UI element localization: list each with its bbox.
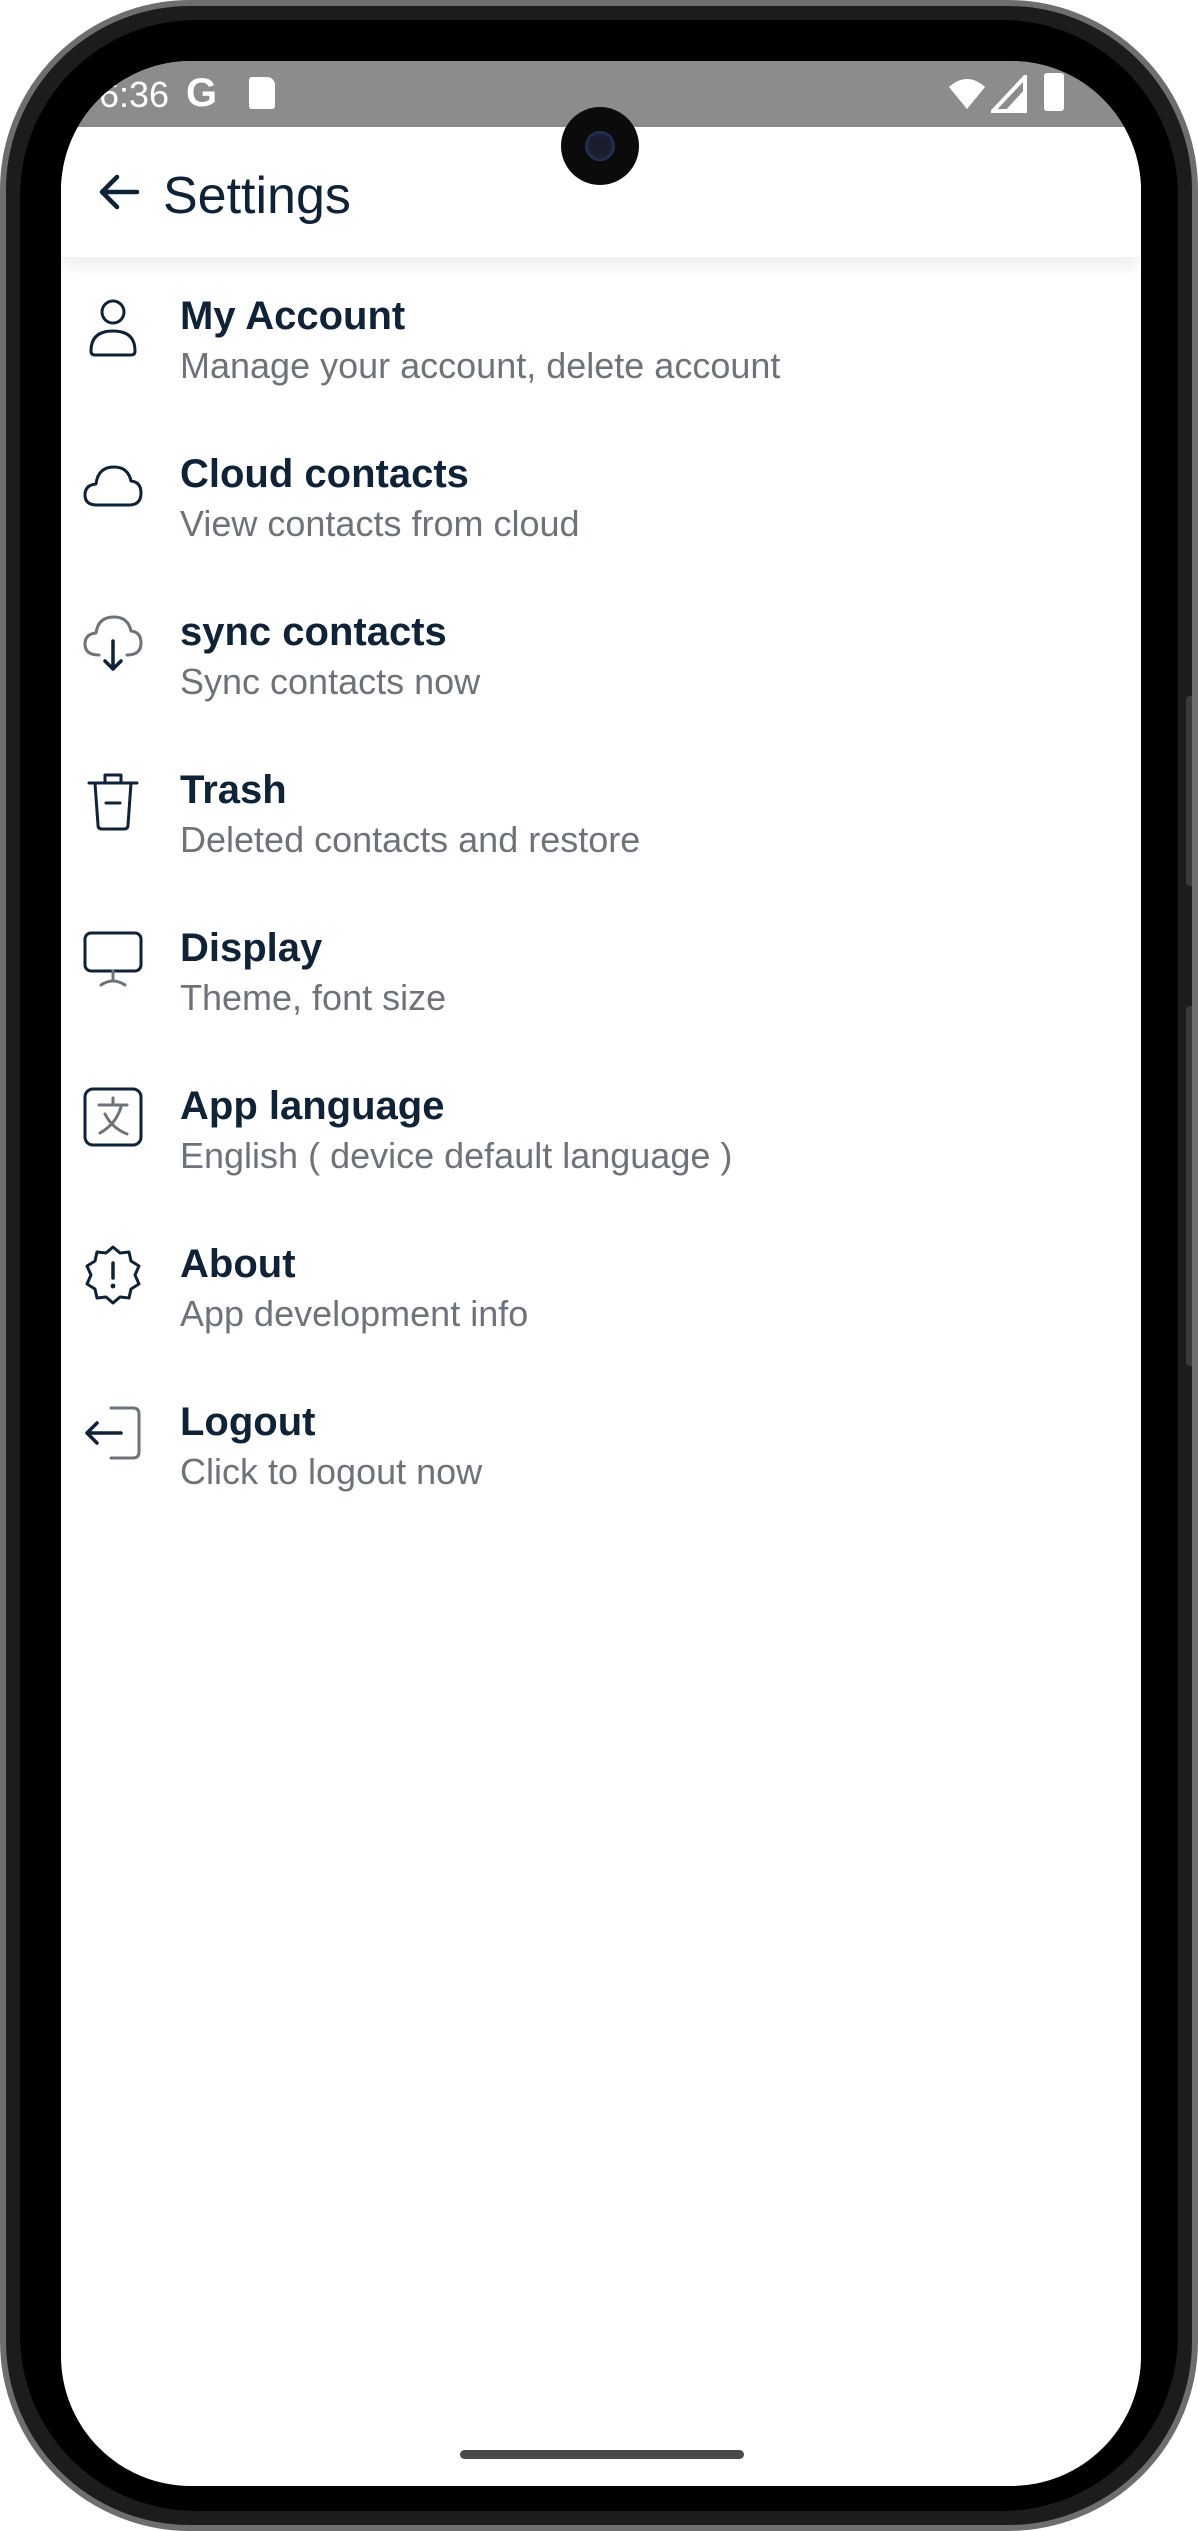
screen: 6:36 G Settings My Account Manage your a… [61, 61, 1141, 2486]
home-indicator[interactable] [460, 2450, 744, 2459]
settings-item-cloud-contacts[interactable]: Cloud contacts View contacts from cloud [61, 415, 1141, 573]
settings-item-sync-contacts[interactable]: sync contacts Sync contacts now [61, 573, 1141, 731]
item-subtitle: Manage your account, delete account [180, 345, 781, 386]
status-time: 6:36 [99, 74, 170, 115]
item-title: App language [180, 1084, 445, 1128]
item-title: About [180, 1242, 296, 1286]
back-button[interactable] [91, 164, 147, 220]
trash-icon [81, 769, 145, 833]
monitor-icon [81, 927, 145, 991]
item-title: Display [180, 926, 323, 970]
google-icon: G [186, 71, 218, 115]
item-subtitle: Sync contacts now [180, 661, 481, 702]
item-subtitle: View contacts from cloud [180, 503, 580, 544]
sd-card-icon [249, 77, 275, 109]
settings-item-logout[interactable]: Logout Click to logout now [61, 1363, 1141, 1521]
settings-item-trash[interactable]: Trash Deleted contacts and restore [61, 731, 1141, 889]
wifi-icon [949, 79, 985, 109]
battery-icon [1044, 73, 1064, 111]
volume-button [1186, 696, 1192, 886]
item-title: My Account [180, 294, 406, 338]
item-title: Logout [180, 1400, 316, 1444]
info-badge-icon [81, 1243, 145, 1307]
item-subtitle: Click to logout now [180, 1451, 483, 1492]
user-icon [81, 295, 145, 359]
power-button [1186, 1006, 1192, 1366]
item-subtitle: Deleted contacts and restore [180, 819, 641, 860]
camera-lens [585, 131, 615, 161]
camera-cutout [561, 107, 639, 185]
arrow-left-icon [99, 174, 140, 210]
item-title: sync contacts [180, 610, 447, 654]
item-subtitle: Theme, font size [180, 977, 447, 1018]
cloud-download-icon [81, 611, 145, 675]
item-title: Trash [180, 768, 287, 812]
settings-item-my-account[interactable]: My Account Manage your account, delete a… [61, 257, 1141, 415]
item-subtitle: App development info [180, 1293, 529, 1334]
phone-frame: 6:36 G Settings My Account Manage your a… [0, 0, 1198, 2531]
item-title: Cloud contacts [180, 452, 469, 496]
page-title: Settings [163, 167, 351, 225]
signal-icon [991, 75, 1027, 113]
logout-icon [81, 1401, 145, 1465]
settings-item-display[interactable]: Display Theme, font size [61, 889, 1141, 1047]
language-icon [81, 1085, 145, 1149]
settings-list: My Account Manage your account, delete a… [61, 257, 1141, 1521]
cloud-icon [81, 453, 145, 517]
settings-item-app-language[interactable]: App language English ( device default la… [61, 1047, 1141, 1205]
item-subtitle: English ( device default language ) [180, 1135, 733, 1176]
settings-item-about[interactable]: About App development info [61, 1205, 1141, 1363]
